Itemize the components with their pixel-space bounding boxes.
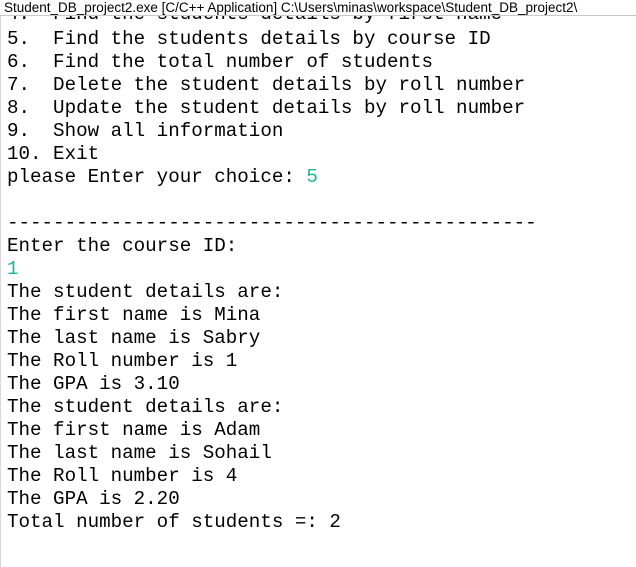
choice-prompt-line: please Enter your choice: 5 bbox=[7, 166, 318, 189]
output-line: The first name is Mina bbox=[7, 304, 261, 326]
output-line: The first name is Adam bbox=[7, 419, 261, 441]
menu-item-9: 9. Show all information bbox=[7, 120, 284, 142]
console-title-bar: Student_DB_project2.exe [C/C++ Applicati… bbox=[0, 0, 636, 16]
output-line: The last name is Sabry bbox=[7, 327, 261, 349]
choice-prompt: please Enter your choice: bbox=[7, 166, 307, 188]
output-line: The GPA is 2.20 bbox=[7, 488, 180, 510]
console-window: 4. Find the students details by first na… bbox=[0, 0, 636, 567]
output-line: The GPA is 3.10 bbox=[7, 373, 180, 395]
output-line: The Roll number is 1 bbox=[7, 350, 238, 372]
choice-input-value: 5 bbox=[306, 166, 318, 188]
output-line: The student details are: bbox=[7, 281, 284, 303]
menu-item-10: 10. Exit bbox=[7, 143, 100, 165]
course-id-prompt: Enter the course ID: bbox=[7, 235, 238, 257]
separator-line: ----------------------------------------… bbox=[7, 212, 537, 234]
output-line: The student details are: bbox=[7, 396, 284, 418]
course-id-input-value: 1 bbox=[7, 258, 19, 280]
console-output[interactable]: 4. Find the students details by first na… bbox=[0, 3, 636, 567]
output-line: The last name is Sohail bbox=[7, 442, 272, 464]
left-border bbox=[0, 16, 1, 567]
menu-item-6: 6. Find the total number of students bbox=[7, 51, 434, 73]
menu-item-7: 7. Delete the student details by roll nu… bbox=[7, 74, 526, 96]
output-line: The Roll number is 4 bbox=[7, 465, 238, 487]
menu-item-8: 8. Update the student details by roll nu… bbox=[7, 97, 526, 119]
total-students-line: Total number of students =: 2 bbox=[7, 511, 341, 533]
menu-item-5: 5. Find the students details by course I… bbox=[7, 28, 491, 50]
